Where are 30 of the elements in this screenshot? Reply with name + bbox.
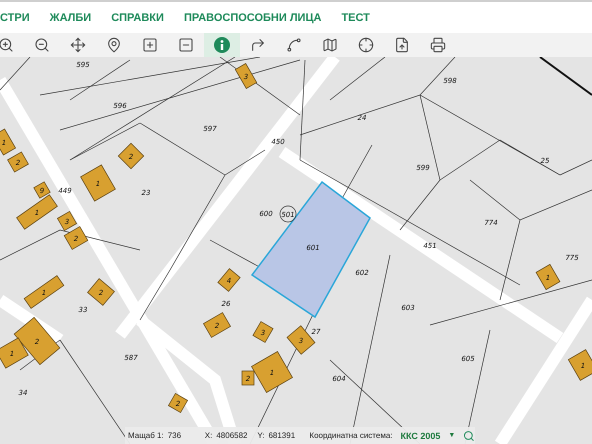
file-upload-icon [394,37,410,53]
zoom-in-icon [0,37,14,53]
scale-label: Мащаб 1: [128,431,164,440]
map-icon [322,37,338,53]
menu-item[interactable]: ЖАЛБИ [50,12,92,24]
corner-arrow-icon [250,37,266,53]
move-icon [70,37,86,53]
menu-item[interactable]: СПРАВКИ [111,12,164,24]
menu-item[interactable]: ПРАВОСПОСОБНИ ЛИЦА [184,12,322,24]
menu-item[interactable]: СТРИ [0,12,30,24]
x-value: 4806582 [216,431,249,440]
marker-circle [280,206,296,222]
menu-item[interactable]: ТЕСТ [341,12,370,24]
square-minus-icon [178,37,194,53]
map-pin-icon [106,37,122,53]
search-icon[interactable] [463,430,475,442]
info-icon [214,37,230,53]
x-label: X: [204,431,212,440]
crosshair-icon [358,37,374,53]
building-shape [64,226,88,250]
y-label: Y: [257,431,264,440]
scale-value: 736 [168,431,182,440]
zoom-out-icon [34,37,50,53]
building-shape [234,63,258,89]
polygon-icon [286,37,302,53]
square-plus-icon [142,37,158,53]
y-value: 681391 [268,431,296,440]
selected-parcel[interactable] [250,180,371,318]
crs-label: Координатна система: [309,431,392,440]
printer-icon [430,37,446,53]
